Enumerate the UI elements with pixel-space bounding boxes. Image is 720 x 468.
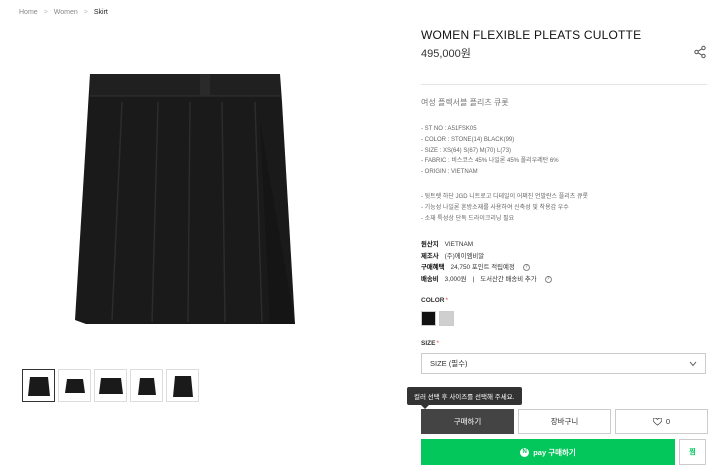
thumbnail-3[interactable] [94, 369, 127, 402]
color-swatch-stone[interactable] [439, 311, 454, 326]
buy-button[interactable]: 구매하기 [421, 409, 514, 434]
chevron-down-icon [689, 361, 697, 366]
cart-button[interactable]: 장바구니 [518, 409, 611, 434]
breadcrumb-separator-icon: > [43, 9, 48, 16]
action-buttons: 구매하기 장바구니 0 [421, 409, 708, 434]
product-meta: 원산지 VIETNAM 제조사 (주)에이엠비알 구매혜택 24,750 포인트… [421, 239, 552, 285]
color-swatches [421, 311, 454, 326]
description-line: - 뒷트렛 하단 JGD 니트로고 디테일이 어쩌진 언발란스 플리츠 큐롯 [421, 194, 589, 200]
product-price: 495,000원 [421, 48, 471, 60]
description-line: - 기능성 나일론 혼방소재를 사용하여 신축성 및 착용감 우수 [421, 204, 569, 211]
meta-origin: 원산지 VIETNAM [421, 241, 474, 248]
size-select-value: SIZE (필수) [430, 359, 468, 368]
spec-line: - ORIGIN : VIETNAM [421, 169, 478, 176]
thumbnail-2[interactable] [58, 369, 91, 402]
product-main-image [40, 52, 330, 342]
wishlist-button[interactable]: 0 [615, 409, 708, 434]
info-icon[interactable]: ? [544, 276, 552, 283]
spec-line: - ST NO : A51FSK05 [421, 126, 477, 132]
breadcrumb-women[interactable]: Women [54, 9, 78, 16]
product-korean-name: 여성 플렉서블 플리츠 큐롯 [421, 98, 509, 107]
npay-logo-icon: N [520, 447, 530, 457]
color-label: COLOR* [421, 297, 449, 304]
npay-buy-button[interactable]: N pay 구매하기 [421, 439, 675, 465]
product-description: - 뒷트렛 하단 JGD 니트로고 디테일이 어쩌진 언발란스 플리츠 큐롯 -… [421, 192, 588, 224]
color-swatch-black[interactable] [421, 311, 436, 326]
product-specs: - ST NO : A51FSK05 - COLOR : STONE(14) B… [421, 124, 559, 178]
size-select[interactable]: SIZE (필수) [421, 353, 706, 374]
npay-wish-button[interactable]: 찜 [679, 439, 706, 465]
spec-line: - FABRIC : 비스코스 45% 나일론 45% 폴리우레탄 6% [421, 158, 559, 165]
breadcrumb: Home > Women > Skirt [19, 9, 108, 16]
meta-shipping: 배송비 3,000원 | 도서산간 배송비 추가 ? [421, 274, 552, 286]
wishlist-count: 0 [665, 417, 671, 426]
breadcrumb-separator-icon: > [83, 9, 88, 16]
size-label: SIZE* [421, 340, 439, 347]
skirt-image [75, 74, 295, 324]
info-icon[interactable]: ? [522, 264, 530, 272]
spec-line: - COLOR : STONE(14) BLACK(99) [421, 136, 515, 143]
share-icon[interactable] [693, 45, 707, 59]
thumbnail-4[interactable] [130, 369, 163, 402]
heart-icon [652, 417, 662, 426]
thumbnail-list [22, 369, 199, 402]
description-line: - 소재 특성상 단독 드라이크리닝 필요 [421, 215, 515, 222]
tooltip: 컬러 선택 후 사이즈를 선택해 주세요. [407, 387, 522, 409]
spec-line: - SIZE : XS(64) S(67) M(70) L(73) [421, 147, 512, 154]
npay-row: N pay 구매하기 찜 [421, 439, 706, 465]
product-title: WOMEN FLEXIBLE PLEATS CULOTTE [421, 28, 642, 42]
thumbnail-5[interactable] [166, 369, 199, 402]
meta-points: 구매혜택 24,750 포인트 적립예정 ? [421, 262, 552, 274]
breadcrumb-home[interactable]: Home [19, 9, 38, 16]
meta-maker: 제조사 (주)에이엠비알 [421, 252, 485, 260]
breadcrumb-skirt[interactable]: Skirt [94, 9, 108, 16]
divider [421, 84, 707, 85]
thumbnail-1[interactable] [22, 369, 55, 402]
